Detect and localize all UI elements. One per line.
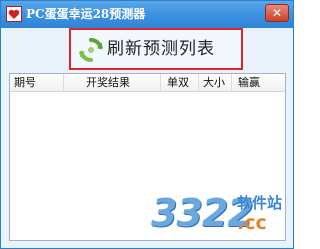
column-header-big-small[interactable]: 大小 [199, 74, 232, 91]
window-title: PC蛋蛋幸运28预测器 [26, 7, 146, 21]
column-header-odd-even[interactable]: 单双 [161, 74, 199, 91]
toolbar: 刷新预测列表 [1, 28, 293, 72]
watermark-domain: .cc [237, 212, 267, 234]
refresh-icon [78, 37, 104, 67]
heart-icon [6, 6, 22, 22]
watermark-logo: 3322 软件站 .cc [151, 186, 291, 248]
column-header-win-loss[interactable]: 输赢 [232, 74, 285, 91]
refresh-button-label: 刷新预测列表 [107, 39, 215, 59]
refresh-prediction-list-button[interactable]: 刷新预测列表 [69, 28, 243, 70]
list-header: 期号 开奖结果 单双 大小 输赢 [10, 74, 285, 92]
column-header-period[interactable]: 期号 [10, 74, 64, 91]
title-bar[interactable]: PC蛋蛋幸运28预测器 ✕ [1, 1, 293, 28]
column-header-result[interactable]: 开奖结果 [64, 74, 161, 91]
close-button[interactable]: ✕ [265, 4, 289, 22]
app-window: PC蛋蛋幸运28预测器 ✕ 刷新预测列表 期号 开奖结果 单双 大小 输赢 33… [0, 0, 294, 249]
watermark-site-name: 软件站 [237, 194, 283, 212]
close-icon: ✕ [271, 6, 283, 20]
